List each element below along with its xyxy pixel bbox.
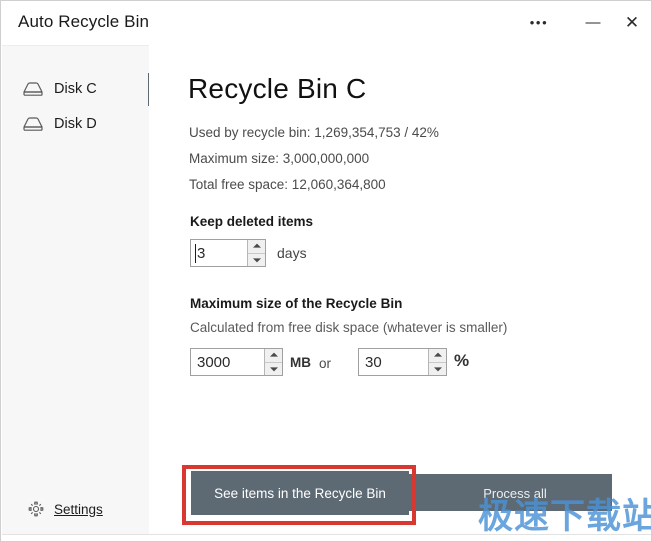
sidebar: Disk C Disk D [2, 45, 149, 534]
max-size-percent-value[interactable]: 30 [359, 349, 428, 375]
stat-maximum-size: Maximum size: 3,000,000,000 [189, 151, 369, 166]
page-title: Recycle Bin C [188, 73, 366, 105]
more-options-icon[interactable]: ••• [522, 9, 556, 37]
sidebar-item-disk-d[interactable]: Disk D [2, 109, 149, 139]
max-size-percent-decrement-button[interactable] [429, 363, 446, 376]
keep-days-decrement-button[interactable] [248, 254, 265, 267]
max-size-mb-unit-label: MB [290, 355, 311, 370]
main-content: Recycle Bin C Used by recycle bin: 1,269… [149, 45, 652, 534]
max-size-percent-unit-label: % [454, 351, 469, 371]
max-size-percent-stepper-buttons[interactable] [428, 349, 446, 375]
maximum-size-heading: Maximum size of the Recycle Bin [190, 296, 402, 311]
maximum-size-subtext: Calculated from free disk space (whateve… [190, 320, 507, 335]
keep-days-unit-label: days [277, 245, 307, 261]
settings-label: Settings [54, 502, 103, 517]
max-size-mb-stepper-buttons[interactable] [264, 349, 282, 375]
sidebar-item-label: Disk D [54, 116, 97, 132]
max-size-percent-increment-button[interactable] [429, 349, 446, 363]
max-size-mb-decrement-button[interactable] [265, 363, 282, 376]
keep-days-increment-button[interactable] [248, 240, 265, 254]
max-size-mb-increment-button[interactable] [265, 349, 282, 363]
sidebar-item-label: Disk C [54, 81, 97, 97]
keep-days-stepper[interactable]: 3 [190, 239, 266, 267]
max-size-conjunction-label: or [319, 356, 331, 371]
settings-link[interactable]: Settings [2, 495, 149, 523]
chevron-down-icon [253, 258, 261, 262]
keep-days-stepper-buttons[interactable] [247, 240, 265, 266]
stat-total-free-space: Total free space: 12,060,364,800 [189, 177, 386, 192]
chevron-up-icon [434, 353, 442, 357]
sidebar-item-disk-c[interactable]: Disk C [2, 74, 149, 104]
text-caret [195, 244, 196, 263]
minimize-icon[interactable]: — [576, 9, 610, 37]
disk-drive-icon [22, 116, 44, 132]
stat-used-by-recycle-bin: Used by recycle bin: 1,269,354,753 / 42% [189, 125, 439, 140]
chevron-down-icon [434, 367, 442, 371]
app-window: Auto Recycle Bin ••• — ✕ Disk C Disk D [0, 0, 652, 542]
watermark: 极速下载站 [478, 488, 652, 539]
keep-days-value[interactable]: 3 [191, 240, 247, 266]
keep-deleted-items-heading: Keep deleted items [190, 214, 313, 229]
disk-drive-icon [22, 81, 44, 97]
chevron-up-icon [253, 244, 261, 248]
max-size-mb-value[interactable]: 3000 [191, 349, 264, 375]
close-icon[interactable]: ✕ [615, 9, 649, 37]
chevron-up-icon [270, 353, 278, 357]
window-title: Auto Recycle Bin [18, 12, 149, 32]
gear-icon [28, 501, 44, 517]
max-size-mb-stepper[interactable]: 3000 [190, 348, 283, 376]
title-bar: Auto Recycle Bin ••• — ✕ [1, 1, 652, 45]
see-items-button[interactable]: See items in the Recycle Bin [191, 471, 409, 515]
max-size-percent-stepper[interactable]: 30 [358, 348, 447, 376]
chevron-down-icon [270, 367, 278, 371]
